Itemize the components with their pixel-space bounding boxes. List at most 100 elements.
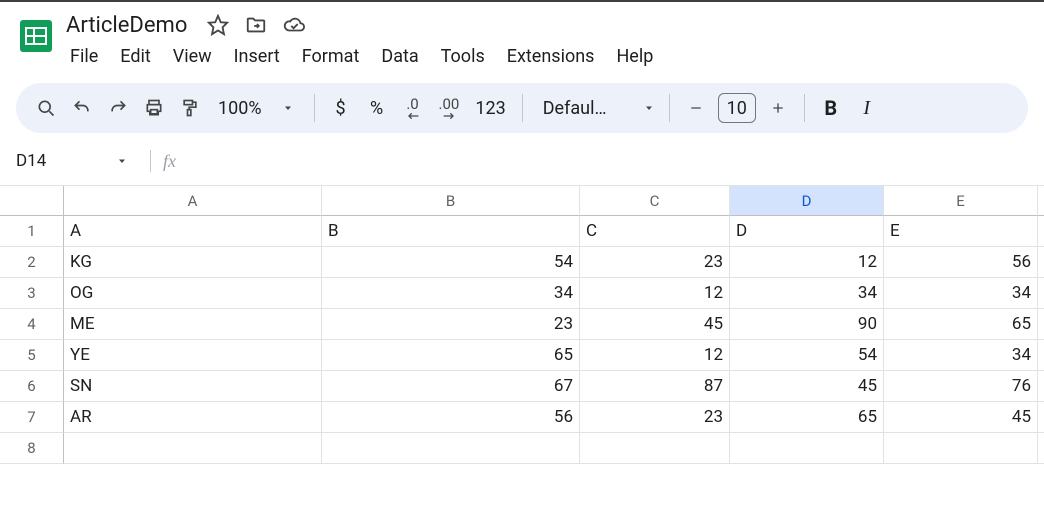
cell[interactable] — [64, 433, 322, 464]
document-title[interactable]: ArticleDemo — [66, 13, 187, 38]
column-header-E[interactable]: E — [884, 186, 1038, 216]
cell[interactable]: 76 — [884, 371, 1038, 402]
cell[interactable] — [322, 433, 580, 464]
italic-button[interactable]: I — [849, 90, 885, 126]
cell[interactable]: B — [322, 216, 580, 247]
cell[interactable]: 45 — [730, 371, 884, 402]
bold-button[interactable]: B — [813, 90, 849, 126]
row-header[interactable]: 4 — [0, 309, 64, 340]
font-size-decrease-button[interactable] — [678, 90, 714, 126]
cell[interactable]: AR — [64, 402, 322, 433]
cell[interactable]: C — [580, 216, 730, 247]
cell[interactable] — [1038, 309, 1044, 340]
cell[interactable] — [1038, 402, 1044, 433]
cell[interactable]: ME — [64, 309, 322, 340]
menu-tools[interactable]: Tools — [431, 42, 495, 71]
format-currency-button[interactable]: $ — [323, 90, 359, 126]
increase-decimal-button[interactable]: .00 — [431, 90, 468, 126]
name-box-value: D14 — [16, 151, 46, 171]
menu-file[interactable]: File — [60, 42, 108, 71]
cell[interactable]: 34 — [884, 340, 1038, 371]
cell[interactable]: 56 — [884, 247, 1038, 278]
font-size-input[interactable]: 10 — [718, 93, 756, 123]
row-header[interactable]: 3 — [0, 278, 64, 309]
font-size-increase-button[interactable] — [760, 90, 796, 126]
select-all-corner[interactable] — [0, 186, 64, 216]
cell[interactable]: E — [884, 216, 1038, 247]
cell[interactable]: 65 — [322, 340, 580, 371]
cell[interactable]: 54 — [322, 247, 580, 278]
cloud-saved-icon[interactable] — [283, 14, 305, 36]
cell[interactable]: 67 — [322, 371, 580, 402]
cell[interactable] — [1038, 371, 1044, 402]
cell[interactable] — [730, 433, 884, 464]
cell[interactable] — [884, 433, 1038, 464]
redo-icon[interactable] — [100, 90, 136, 126]
cell[interactable] — [1038, 247, 1044, 278]
row-header[interactable]: 7 — [0, 402, 64, 433]
cell[interactable]: 65 — [730, 402, 884, 433]
print-icon[interactable] — [136, 90, 172, 126]
paint-format-icon[interactable] — [172, 90, 208, 126]
cell[interactable]: 90 — [730, 309, 884, 340]
decrease-decimal-button[interactable]: .0 — [395, 90, 431, 126]
more-formats-button[interactable]: 123 — [467, 90, 513, 126]
row-header[interactable]: 1 — [0, 216, 64, 247]
cell[interactable] — [1038, 216, 1044, 247]
cell[interactable]: D — [730, 216, 884, 247]
menu-data[interactable]: Data — [371, 42, 428, 71]
format-percent-button[interactable]: % — [359, 90, 395, 126]
menu-edit[interactable]: Edit — [110, 42, 160, 71]
cell[interactable]: 34 — [884, 278, 1038, 309]
row-header[interactable]: 8 — [0, 433, 64, 464]
cell[interactable]: 45 — [884, 402, 1038, 433]
cell[interactable]: 23 — [580, 402, 730, 433]
cell[interactable]: 12 — [580, 340, 730, 371]
menu-insert[interactable]: Insert — [224, 42, 290, 71]
cell[interactable]: 65 — [884, 309, 1038, 340]
cell[interactable]: 23 — [580, 247, 730, 278]
cell[interactable]: 34 — [322, 278, 580, 309]
column-header-C[interactable]: C — [580, 186, 730, 216]
cell[interactable]: 34 — [730, 278, 884, 309]
name-box[interactable]: D14 — [16, 151, 138, 171]
star-icon[interactable] — [207, 14, 229, 36]
cell[interactable]: OG — [64, 278, 322, 309]
column-header-partial[interactable] — [1038, 186, 1044, 216]
sheets-logo[interactable] — [16, 10, 56, 62]
cell[interactable]: 45 — [580, 309, 730, 340]
cell[interactable] — [1038, 340, 1044, 371]
cell[interactable]: KG — [64, 247, 322, 278]
row-header[interactable]: 5 — [0, 340, 64, 371]
cell[interactable]: 54 — [730, 340, 884, 371]
undo-icon[interactable] — [64, 90, 100, 126]
cell[interactable]: A — [64, 216, 322, 247]
column-header-B[interactable]: B — [322, 186, 580, 216]
menu-format[interactable]: Format — [292, 42, 370, 71]
menu-extensions[interactable]: Extensions — [497, 42, 605, 71]
cell[interactable]: 56 — [322, 402, 580, 433]
spreadsheet-grid: 1 2 3 4 5 6 7 8 A B C D E A B C D E KG 5… — [0, 185, 1044, 464]
chevron-down-icon — [643, 102, 655, 114]
document-bar: ArticleDemo File Edit View Insert Format… — [0, 2, 1044, 71]
cell[interactable]: 12 — [580, 278, 730, 309]
cell[interactable]: SN — [64, 371, 322, 402]
menu-view[interactable]: View — [163, 42, 222, 71]
search-icon[interactable] — [28, 90, 64, 126]
cell[interactable]: 23 — [322, 309, 580, 340]
cell[interactable] — [1038, 278, 1044, 309]
cell[interactable]: 87 — [580, 371, 730, 402]
zoom-value: 100% — [208, 98, 266, 119]
zoom-dropdown[interactable]: 100% — [208, 90, 306, 126]
cell[interactable]: YE — [64, 340, 322, 371]
cell[interactable] — [580, 433, 730, 464]
menu-help[interactable]: Help — [606, 42, 663, 71]
row-header[interactable]: 6 — [0, 371, 64, 402]
cell[interactable]: 12 — [730, 247, 884, 278]
row-header[interactable]: 2 — [0, 247, 64, 278]
move-folder-icon[interactable] — [245, 14, 267, 36]
column-header-A[interactable]: A — [64, 186, 322, 216]
cell[interactable] — [1038, 433, 1044, 464]
column-header-D[interactable]: D — [730, 186, 884, 216]
font-family-dropdown[interactable]: Defaul… — [531, 98, 661, 119]
